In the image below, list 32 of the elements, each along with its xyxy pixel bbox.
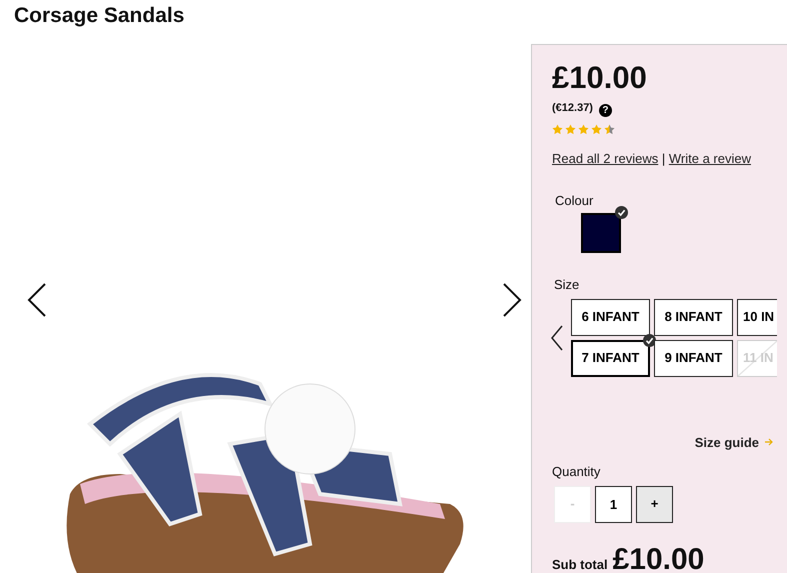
product-title: Corsage Sandals [13, 3, 186, 29]
price: £10.00 [552, 61, 648, 95]
star-icon [552, 124, 563, 135]
check-icon [615, 206, 628, 219]
chevron-right-icon[interactable] [501, 282, 523, 318]
size-option[interactable]: 9 INFANT [654, 340, 733, 376]
star-icon [591, 124, 602, 135]
size-option[interactable]: 8 INFANT [654, 298, 733, 336]
arrow-right-icon [765, 438, 773, 446]
quantity-label: Quantity [552, 463, 602, 481]
size-option[interactable]: 6 INFANT [571, 298, 650, 336]
quantity-field[interactable]: 1 [595, 486, 632, 522]
chevron-left-icon[interactable] [26, 282, 48, 318]
separator: | [662, 151, 666, 166]
size-option[interactable]: 7 INFANT [571, 340, 650, 376]
write-review-link[interactable]: Write a review [668, 151, 751, 166]
size-option[interactable]: 10 IN [737, 298, 777, 336]
star-icon [578, 124, 589, 135]
size-label: Size [554, 276, 580, 294]
help-icon[interactable]: ? [598, 104, 612, 117]
subtotal-price: £10.00 [612, 542, 704, 573]
colour-label: Colour [555, 192, 594, 210]
size-guide-link[interactable]: Size guide [694, 432, 773, 452]
converted-price: (€12.37) [552, 102, 593, 114]
subtotal-label: Sub total [552, 556, 608, 573]
check-icon [643, 334, 656, 346]
colour-swatch[interactable] [581, 213, 621, 253]
read-reviews-link[interactable]: Read all 2 reviews [552, 151, 658, 166]
increase-button[interactable]: + [636, 486, 673, 522]
star-icon [604, 124, 615, 135]
chevron-left-icon[interactable] [550, 324, 564, 352]
star-icon [565, 124, 576, 135]
